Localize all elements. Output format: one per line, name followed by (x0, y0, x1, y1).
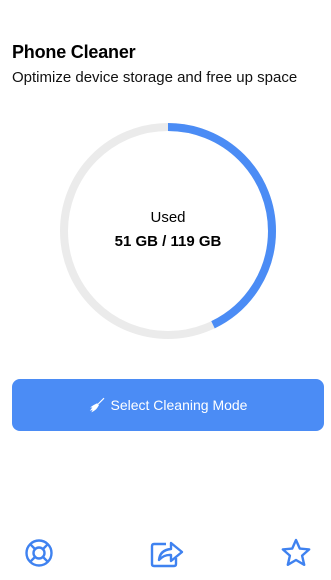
share-icon (150, 538, 184, 568)
broom-icon (89, 397, 105, 413)
app-subtitle: Optimize device storage and free up spac… (12, 69, 298, 86)
tab-support[interactable] (22, 536, 56, 570)
star-icon (280, 538, 312, 568)
select-cleaning-mode-button[interactable]: Select Cleaning Mode (12, 379, 324, 431)
storage-used-label: Used (150, 208, 186, 226)
tab-share[interactable] (150, 536, 184, 570)
select-cleaning-mode-label: Select Cleaning Mode (110, 397, 248, 413)
app-title: Phone Cleaner (12, 42, 136, 62)
tab-bar (0, 530, 331, 580)
lifebuoy-icon (24, 538, 54, 568)
tab-rate[interactable] (279, 536, 313, 570)
storage-used-value: 51 GB / 119 GB (114, 232, 222, 250)
storage-gauge: Used 51 GB / 119 GB (58, 121, 278, 341)
